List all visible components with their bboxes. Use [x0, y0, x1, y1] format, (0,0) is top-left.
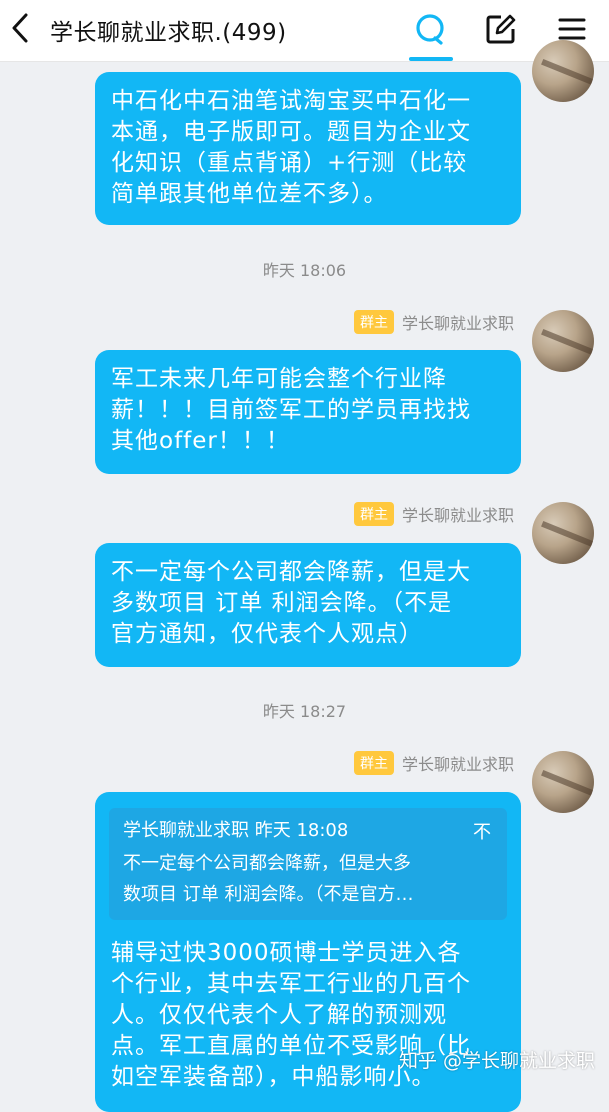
- message-bubble[interactable]: 中石化中石油笔试淘宝买中石化一 本通，电子版即可。题目为企业文 化知识（重点背诵…: [95, 72, 521, 225]
- quote-line: 不一定每个公司都会降薪，但是大多: [123, 853, 411, 874]
- edit-icon[interactable]: [484, 12, 518, 46]
- quoted-message[interactable]: 学长聊就业求职 昨天 18:08 不 不一定每个公司都会降薪，但是大多 数项目 …: [109, 808, 507, 920]
- owner-badge: 群主: [353, 751, 394, 775]
- message-line: 多数项目 订单 利润会降。（不是: [111, 590, 453, 616]
- sender-name[interactable]: 学长聊就业求职: [402, 502, 514, 526]
- top-bar: 学长聊就业求职.(499): [0, 0, 609, 62]
- back-arrow-icon[interactable]: [6, 11, 34, 45]
- message-line: 薪！！！目前签军工的学员再找找: [111, 397, 471, 423]
- avatar[interactable]: [532, 310, 594, 372]
- message-line: 本通，电子版即可。题目为企业文: [111, 119, 471, 145]
- sender-line: 群主 学长聊就业求职: [353, 502, 514, 526]
- chat-bubble-icon[interactable]: [413, 12, 447, 46]
- watermark: 知乎 @学长聊就业求职: [398, 1050, 595, 1072]
- owner-badge: 群主: [353, 310, 394, 334]
- quote-line: 数项目 订单 利润会降。（不是官方…: [123, 884, 414, 905]
- message-line: 官方通知，仅代表个人观点）: [111, 621, 423, 647]
- chat-title: 学长聊就业求职.(499): [50, 20, 287, 46]
- sender-name[interactable]: 学长聊就业求职: [402, 310, 514, 334]
- avatar[interactable]: [532, 40, 594, 102]
- active-tab-indicator: [409, 57, 453, 61]
- message-line: 人。仅仅代表个人了解的预测观: [111, 1002, 447, 1028]
- message-bubble[interactable]: 不一定每个公司都会降薪，但是大 多数项目 订单 利润会降。（不是 官方通知，仅代…: [95, 543, 521, 667]
- quote-close-char: 不: [473, 822, 491, 843]
- message-line: 中石化中石油笔试淘宝买中石化一: [111, 88, 471, 114]
- quote-header: 学长聊就业求职 昨天 18:08: [123, 820, 349, 841]
- message-line: 简单跟其他单位差不多）。: [111, 181, 388, 207]
- message-line: 个行业，其中去军工行业的几百个: [111, 971, 471, 997]
- message-line: 其他offer！！！: [111, 428, 290, 454]
- message-line: 军工未来几年可能会整个行业降: [111, 366, 447, 392]
- sender-name[interactable]: 学长聊就业求职: [402, 751, 514, 775]
- message-bubble[interactable]: 军工未来几年可能会整个行业降 薪！！！目前签军工的学员再找找 其他offer！！…: [95, 350, 521, 474]
- timestamp: 昨天 18:06: [262, 261, 347, 280]
- avatar[interactable]: [532, 751, 594, 813]
- sender-line: 群主 学长聊就业求职: [353, 310, 514, 334]
- message-line: 辅导过快3000硕博士学员进入各: [111, 940, 462, 966]
- message-line: 不一定每个公司都会降薪，但是大: [111, 559, 471, 585]
- message-line: 化知识（重点背诵）+行测（比较: [111, 150, 468, 176]
- sender-line: 群主 学长聊就业求职: [353, 751, 514, 775]
- avatar[interactable]: [532, 502, 594, 564]
- timestamp: 昨天 18:27: [262, 702, 347, 721]
- owner-badge: 群主: [353, 502, 394, 526]
